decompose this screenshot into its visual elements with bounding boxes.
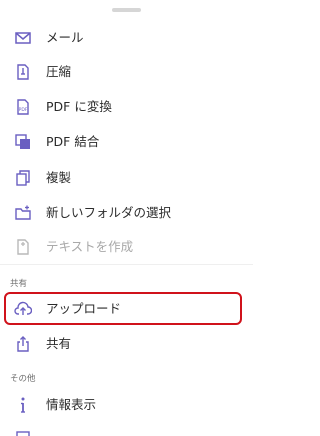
- convert-pdf-icon: PDF: [14, 98, 32, 116]
- menu-item-label: 共有: [46, 336, 72, 351]
- menu-item-compress[interactable]: 圧縮: [0, 57, 253, 87]
- menu-item-label: テキストを作成: [46, 239, 134, 254]
- svg-text:PDF: PDF: [19, 107, 28, 113]
- menu-item-info[interactable]: 情報表示: [0, 390, 253, 420]
- action-sheet: メール 圧縮 PDF PDF に変換 PDF 結合 複製 新しいフォルダの選択: [0, 0, 253, 436]
- menu-item-duplicate[interactable]: 複製: [0, 163, 253, 193]
- share-icon: [14, 335, 32, 353]
- section-title-other: その他: [10, 374, 36, 384]
- menu-item-label: PDF に変換: [46, 99, 112, 114]
- upload-highlight-box: [4, 292, 242, 325]
- menu-item-convert-pdf[interactable]: PDF PDF に変換: [0, 92, 253, 122]
- menu-item-new-folder[interactable]: 新しいフォルダの選択: [0, 198, 253, 228]
- section-title-share: 共有: [10, 279, 28, 289]
- sheet-drag-handle[interactable]: [112, 8, 141, 12]
- menu-item-label: 新しいフォルダの選択: [46, 205, 172, 220]
- menu-item-label: 圧縮: [46, 64, 72, 79]
- menu-item-label: 複製: [46, 170, 72, 185]
- menu-item-create-text: テキストを作成: [0, 232, 253, 262]
- merge-pdf-icon: [14, 133, 32, 151]
- compress-icon: [14, 63, 32, 81]
- mail-icon: [14, 29, 32, 47]
- menu-item-label: 情報表示: [46, 397, 97, 412]
- menu-item-share[interactable]: 共有: [0, 329, 253, 359]
- menu-item-partial[interactable]: [0, 426, 253, 436]
- menu-item-label: メール: [46, 30, 84, 45]
- menu-item-mail[interactable]: メール: [0, 23, 253, 53]
- create-text-icon: [14, 238, 32, 256]
- partial-row-icon: [14, 426, 32, 436]
- section-divider: [0, 264, 253, 265]
- info-icon: [14, 396, 32, 414]
- duplicate-icon: [14, 169, 32, 187]
- new-folder-icon: [14, 204, 32, 222]
- menu-item-merge-pdf[interactable]: PDF 結合: [0, 127, 253, 157]
- menu-item-label: PDF 結合: [46, 134, 100, 149]
